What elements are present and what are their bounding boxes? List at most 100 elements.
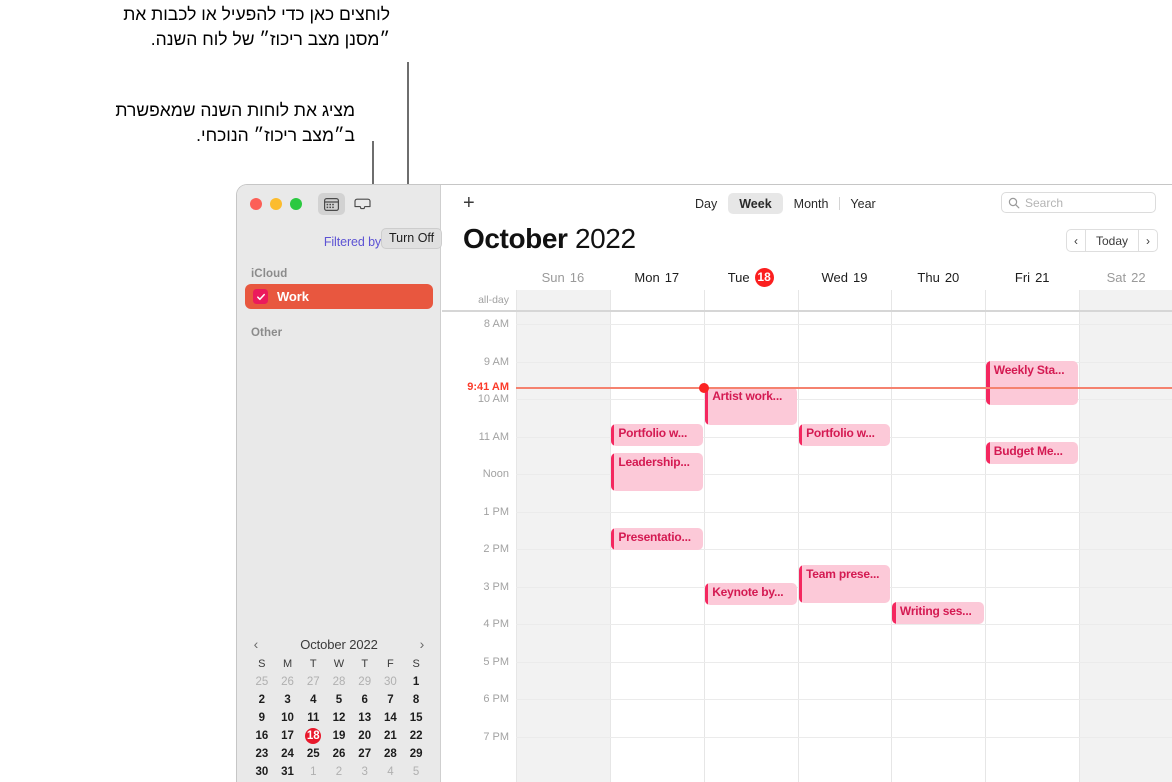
add-event-button[interactable]: +	[463, 193, 475, 213]
time-grid[interactable]: 8 AM 9 AM 10 AM 11 AM Noon 1 PM 2 PM 3 PM 4 PM 5 …	[442, 312, 1172, 782]
mini-calendar-day[interactable]: 28	[378, 746, 404, 762]
mini-calendar-day[interactable]: 26	[275, 674, 301, 690]
view-tab-week[interactable]: Week	[728, 193, 783, 214]
turn-off-focus-button[interactable]: Turn Off	[381, 228, 443, 249]
today-button[interactable]: Today	[1084, 230, 1139, 251]
mini-calendar-day[interactable]: 1	[403, 674, 429, 690]
mini-calendar-next-button[interactable]: ›	[415, 636, 429, 652]
calendar-view-icon[interactable]	[318, 193, 345, 215]
day-header-mon[interactable]: Mon 17	[610, 264, 704, 290]
mini-calendar-dow: T	[361, 658, 369, 670]
mini-calendar-day[interactable]: 24	[275, 746, 301, 762]
mini-calendar-day[interactable]: 22	[403, 728, 429, 744]
view-tab-year[interactable]: Year	[839, 193, 886, 214]
search-input[interactable]: Search	[1001, 192, 1156, 213]
mini-calendar-day[interactable]: 15	[403, 710, 429, 726]
calendar-event[interactable]: Budget Me...	[986, 442, 1079, 464]
day-column-sun[interactable]	[516, 312, 610, 782]
mini-calendar-day[interactable]: 9	[249, 710, 275, 726]
view-tab-month[interactable]: Month	[783, 193, 840, 214]
mini-calendar-day[interactable]: 3	[275, 692, 301, 708]
mini-calendar-day[interactable]: 11	[300, 710, 326, 726]
view-tab-day[interactable]: Day	[684, 193, 728, 214]
mini-calendar-day[interactable]: 5	[326, 692, 352, 708]
mini-calendar-day[interactable]: 30	[378, 674, 404, 690]
mini-calendar-day[interactable]: 23	[249, 746, 275, 762]
day-column-wed[interactable]	[797, 312, 892, 782]
all-day-cell[interactable]	[1079, 290, 1172, 310]
mini-calendar-day[interactable]: 4	[300, 692, 326, 708]
mini-calendar-day[interactable]: 31	[275, 764, 301, 780]
mini-calendar-day[interactable]: 17	[275, 728, 301, 744]
all-day-cell[interactable]	[609, 290, 704, 310]
all-day-cell[interactable]	[797, 290, 892, 310]
day-column-sat[interactable]	[1079, 312, 1172, 782]
calendar-event[interactable]: Keynote by...	[704, 583, 797, 605]
mini-calendar-day[interactable]: 27	[300, 674, 326, 690]
mini-calendar-day[interactable]: 30	[249, 764, 275, 780]
main-pane: + Day Week Month Year Search October 2022 ‹…	[442, 185, 1172, 782]
work-checkbox[interactable]	[253, 289, 268, 304]
day-column-tue[interactable]	[703, 312, 798, 782]
mini-calendar-day[interactable]: 27	[352, 746, 378, 762]
day-header-sun[interactable]: Sun 16	[516, 264, 610, 290]
calendar-event[interactable]: Artist work...	[704, 387, 797, 425]
hour-label: 9 AM	[483, 355, 509, 368]
calendar-event[interactable]: Weekly Sta...	[986, 361, 1079, 405]
day-name: Sat	[1106, 269, 1127, 285]
mini-calendar-prev-button[interactable]: ‹	[249, 636, 263, 652]
mini-calendar-day[interactable]: 25	[300, 746, 326, 762]
mini-calendar-day[interactable]: 4	[378, 764, 404, 780]
calendar-window: Filtered by Focus iCloud Work Other ‹ Oc…	[236, 184, 1172, 782]
hour-gridline	[516, 511, 1172, 513]
all-day-cell[interactable]	[703, 290, 798, 310]
mini-calendar-day[interactable]: 3	[352, 764, 378, 780]
mini-calendar-day[interactable]: 25	[249, 674, 275, 690]
mini-calendar-day[interactable]: 7	[378, 692, 404, 708]
day-header-tue[interactable]: Tue 18	[704, 264, 798, 290]
mini-calendar-day[interactable]: 21	[378, 728, 404, 744]
calendar-event[interactable]: Team prese...	[798, 565, 891, 603]
mini-calendar-day[interactable]: 1	[300, 764, 326, 780]
day-header-fri[interactable]: Fri 21	[985, 264, 1079, 290]
day-header-wed[interactable]: Wed 19	[798, 264, 892, 290]
calendar-event[interactable]: Portfolio w...	[610, 424, 703, 446]
mini-calendar-day[interactable]: 26	[326, 746, 352, 762]
all-day-cell[interactable]	[516, 290, 610, 310]
mini-calendar-day[interactable]: 16	[249, 728, 275, 744]
day-header-row: Sun 16 Mon 17 Tue 18 Wed 19 Thu 20 Fri 21 Sat 22	[442, 264, 1172, 290]
mini-calendar-day[interactable]: 2	[249, 692, 275, 708]
sidebar-calendar-work[interactable]: Work	[245, 284, 433, 309]
day-header-thu[interactable]: Thu 20	[891, 264, 985, 290]
event-title: Portfolio w...	[618, 426, 688, 440]
minimize-button[interactable]	[270, 198, 282, 210]
calendar-event[interactable]: Leadership...	[610, 453, 703, 491]
mini-calendar-day[interactable]: 12	[326, 710, 352, 726]
day-header-sat[interactable]: Sat 22	[1079, 264, 1172, 290]
mini-calendar-day[interactable]: 6	[352, 692, 378, 708]
all-day-cell[interactable]	[985, 290, 1079, 310]
mini-calendar-day[interactable]: 19	[326, 728, 352, 744]
mini-calendar-day[interactable]: 10	[275, 710, 301, 726]
previous-week-button[interactable]: ‹	[1067, 230, 1085, 251]
calendar-event[interactable]: Portfolio w...	[798, 424, 891, 446]
mini-calendar-day[interactable]: 28	[326, 674, 352, 690]
zoom-button[interactable]	[290, 198, 302, 210]
hour-label: 10 AM	[477, 393, 509, 405]
mini-calendar-day-today[interactable]: 18	[300, 728, 326, 744]
mini-calendar-day[interactable]: 8	[403, 692, 429, 708]
calendar-event[interactable]: Writing ses...	[892, 602, 985, 624]
mini-calendar-day[interactable]: 14	[378, 710, 404, 726]
calendar-event[interactable]: Presentatio...	[610, 528, 703, 550]
inbox-icon[interactable]	[349, 193, 376, 215]
mini-calendar-day[interactable]: 13	[352, 710, 378, 726]
mini-calendar-day[interactable]: 5	[403, 764, 429, 780]
mini-calendar-day[interactable]: 20	[352, 728, 378, 744]
mini-calendar-day[interactable]: 2	[326, 764, 352, 780]
mini-calendar-day[interactable]: 29	[403, 746, 429, 762]
next-week-button[interactable]: ›	[1139, 230, 1157, 251]
day-column-thu[interactable]	[891, 312, 985, 782]
all-day-cell[interactable]	[891, 290, 985, 310]
mini-calendar-day[interactable]: 29	[352, 674, 378, 690]
close-button[interactable]	[250, 198, 262, 210]
